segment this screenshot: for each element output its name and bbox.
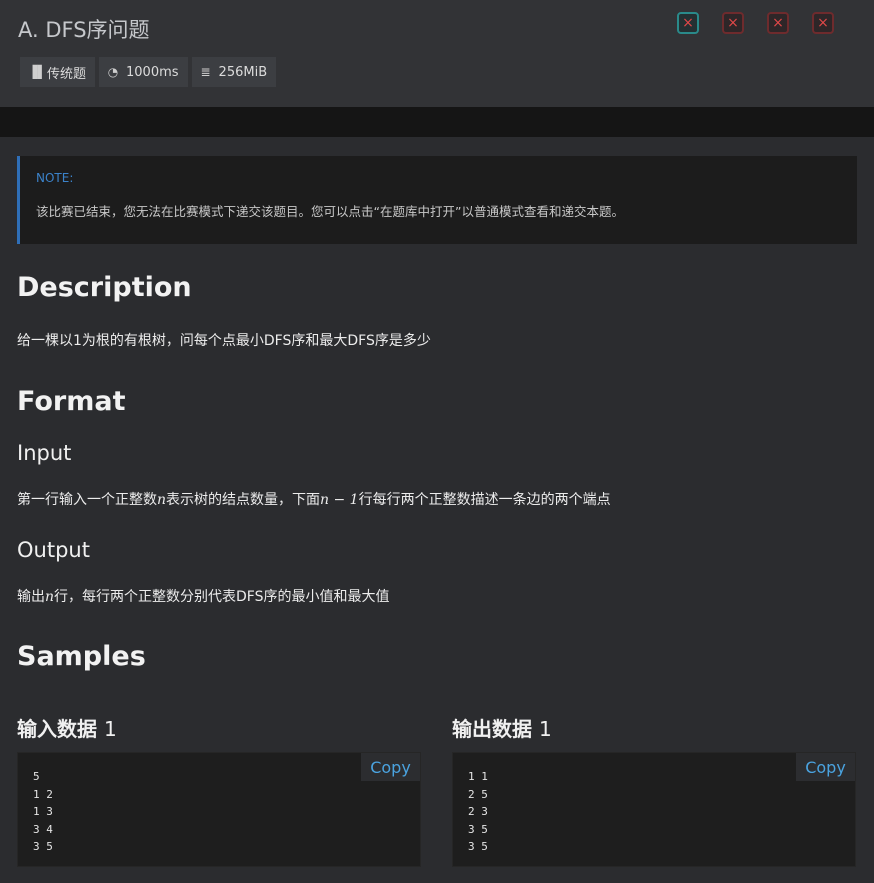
sample-output-code[interactable]: 1 1 2 5 2 3 3 5 3 5 [468, 768, 488, 856]
math-expr: n − 1 [320, 492, 359, 508]
sample-input-title-text: 输入数据 [17, 717, 97, 741]
time-limit-label: 1000ms [126, 64, 179, 80]
input-text-part: 行每行两个正整数描述一条边的两个端点 [358, 492, 611, 508]
problem-header: A. DFS序问题 ▐▌ 传统题 ◔ 1000ms ≣ 256MiB × × ×… [0, 0, 874, 107]
memory-limit-label: 256MiB [218, 64, 268, 80]
problem-type-label: 传统题 [47, 66, 87, 82]
contest-ended-note: NOTE: 该比赛已结束，您无法在比赛模式下递交该题目。您可以点击“在题库中打开… [17, 156, 857, 244]
close-icon: × [682, 15, 694, 31]
sample-input-code[interactable]: 5 1 2 1 3 3 4 3 5 [33, 768, 53, 856]
input-heading: Input [17, 441, 72, 465]
sample-input-title: 输入数据 1 [17, 713, 117, 742]
sample-output-index: 1 [538, 717, 552, 741]
sample-input-index: 1 [103, 717, 117, 741]
sample-output-block: 1 1 2 5 2 3 3 5 3 5 Copy [452, 752, 856, 867]
close-icon: × [772, 15, 784, 31]
input-text: 第一行输入一个正整数n表示树的结点数量，下面n − 1行每行两个正整数描述一条边… [17, 489, 611, 509]
copy-output-button[interactable]: Copy [796, 753, 855, 781]
status-button-4[interactable]: × [812, 12, 834, 34]
input-text-part: 表示树的结点数量，下面 [166, 492, 321, 508]
sample-output-title-text: 输出数据 [452, 717, 532, 741]
problem-title: A. DFS序问题 [18, 18, 150, 42]
close-icon: × [727, 15, 739, 31]
stopwatch-icon: ◔ [107, 65, 119, 79]
samples-heading: Samples [17, 641, 146, 672]
sample-input-block: 5 1 2 1 3 3 4 3 5 Copy [17, 752, 421, 867]
output-text-part: 行，每行两个正整数分别代表DFS序的最小值和最大值 [54, 589, 390, 605]
status-button-1[interactable]: × [677, 12, 699, 34]
status-button-2[interactable]: × [722, 12, 744, 34]
status-button-3[interactable]: × [767, 12, 789, 34]
close-icon: × [817, 15, 829, 31]
description-text: 给一棵以1为根的有根树，问每个点最小DFS序和最大DFS序是多少 [17, 333, 431, 349]
problem-status-buttons: × × × × [677, 12, 834, 34]
header-divider [0, 107, 874, 137]
input-text-part: 第一行输入一个正整数 [17, 492, 157, 508]
note-label: NOTE: [36, 171, 74, 185]
sample-output-title: 输出数据 1 [452, 713, 552, 742]
format-heading: Format [17, 386, 126, 417]
math-var: n [45, 589, 55, 605]
math-var: n [157, 492, 167, 508]
problem-content: NOTE: 该比赛已结束，您无法在比赛模式下递交该题目。您可以点击“在题库中打开… [0, 137, 874, 883]
time-limit-badge: ◔ 1000ms [99, 57, 188, 87]
note-text: 该比赛已结束，您无法在比赛模式下递交该题目。您可以点击“在题库中打开”以普通模式… [36, 204, 624, 219]
description-heading: Description [17, 272, 192, 303]
problem-badges: ▐▌ 传统题 ◔ 1000ms ≣ 256MiB [20, 57, 277, 87]
memory-icon: ≣ [200, 65, 211, 79]
output-heading: Output [17, 538, 90, 562]
problem-type-badge: ▐▌ 传统题 [20, 57, 96, 87]
memory-limit-badge: ≣ 256MiB [191, 57, 277, 87]
output-text-part: 输出 [17, 589, 45, 605]
book-icon: ▐▌ [28, 65, 47, 79]
output-text: 输出n行，每行两个正整数分别代表DFS序的最小值和最大值 [17, 586, 390, 606]
copy-input-button[interactable]: Copy [361, 753, 420, 781]
